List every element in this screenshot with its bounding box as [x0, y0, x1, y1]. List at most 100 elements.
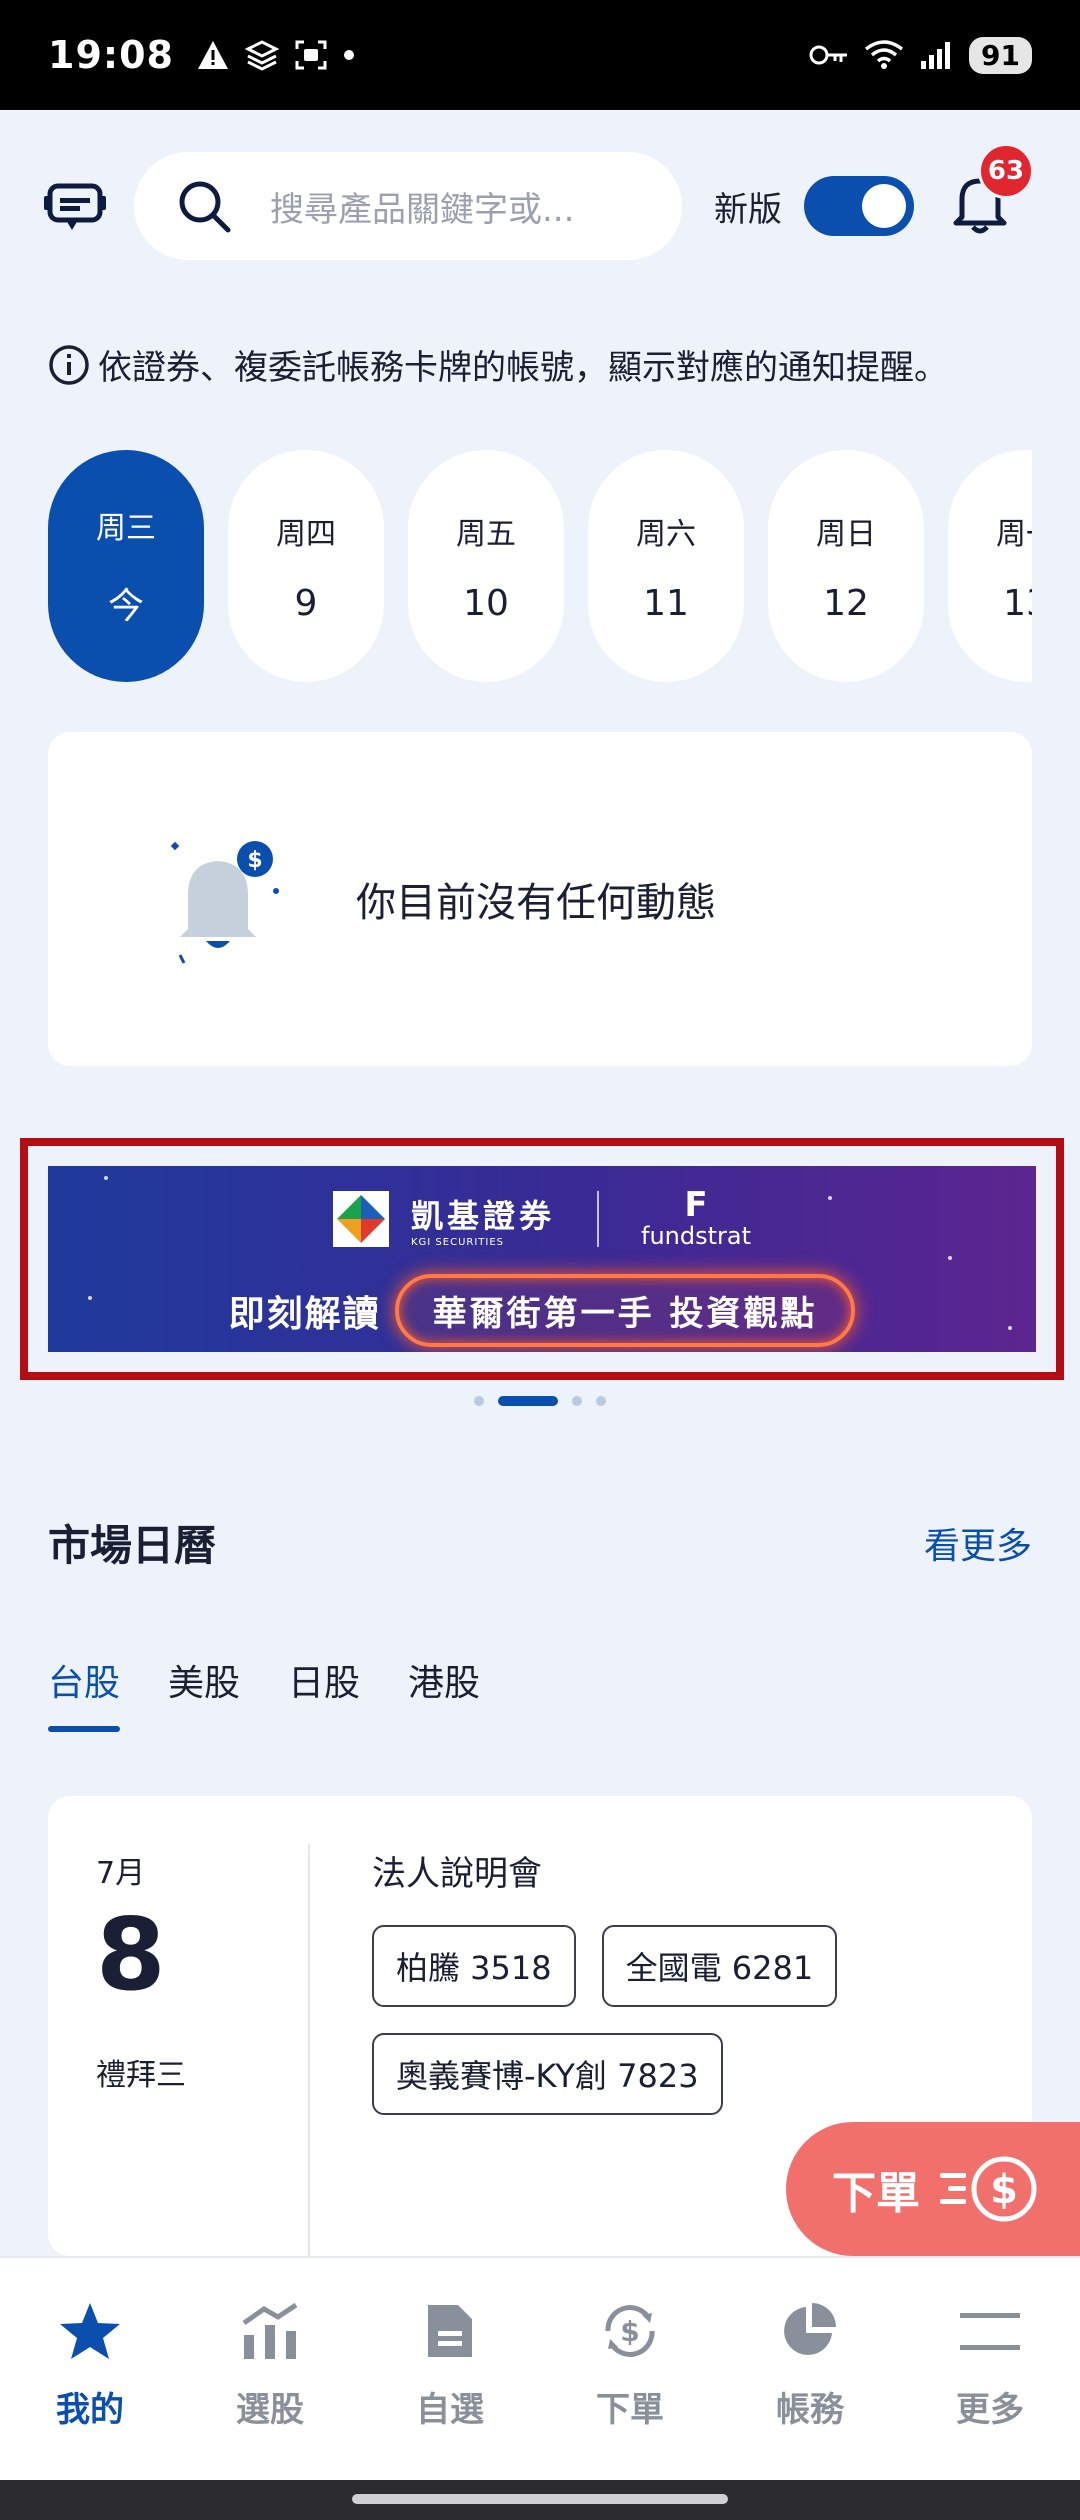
info-hint: 依證券、複委託帳務卡牌的帳號，顯示對應的通知提醒。	[48, 340, 1050, 389]
date-num: 10	[463, 582, 509, 624]
menu-icon	[957, 2298, 1023, 2364]
dollar-cycle-icon: $	[597, 2298, 663, 2364]
stock-chip[interactable]: 柏騰 3518	[372, 1925, 576, 2007]
bottom-navigation: 我的 選股 自選 $ 下單 帳務 更多	[0, 2256, 1080, 2480]
nav-label: 下單	[596, 2390, 664, 2430]
activity-card: $ 你目前沒有任何動態	[48, 732, 1032, 1066]
fundstrat-brand: F fundstrat	[641, 1188, 751, 1250]
nav-item-account[interactable]: 帳務	[720, 2258, 900, 2480]
event-month: 7月	[96, 1856, 146, 1891]
event-day: 8	[96, 1896, 166, 2013]
event-type: 法人說明會	[372, 1854, 542, 1894]
date-pill[interactable]: 周五 10	[408, 450, 564, 682]
nav-label: 選股	[236, 2390, 304, 2430]
kgi-brand-en: KGI SECURITIES	[410, 1236, 505, 1248]
bell-dollar-icon: $	[170, 841, 279, 964]
signal-icon	[921, 42, 951, 69]
stack-icon	[244, 40, 280, 71]
market-calendar-header: 市場日曆 看更多	[48, 1512, 1032, 1573]
date-dow: 周日	[816, 516, 876, 552]
toggle-knob	[862, 184, 906, 228]
fundstrat-logo-icon: F	[684, 1185, 708, 1225]
search-input[interactable]: 搜尋產品關鍵字或...	[134, 152, 682, 260]
tab-hk-stock[interactable]: 港股	[408, 1654, 480, 1732]
gesture-handle[interactable]	[352, 2494, 728, 2504]
nav-label: 更多	[956, 2390, 1024, 2430]
date-pill-today[interactable]: 周三 今	[48, 450, 204, 682]
status-notification-icons	[196, 39, 356, 71]
order-fab-button[interactable]: 下單 $	[786, 2122, 1080, 2256]
key-icon	[809, 45, 848, 65]
pagination-dot[interactable]	[596, 1396, 606, 1406]
banner-pagination	[0, 1396, 1080, 1406]
pagination-dot[interactable]	[572, 1396, 582, 1406]
status-time: 19:08	[48, 33, 174, 77]
see-more-link[interactable]: 看更多	[924, 1517, 1032, 1569]
date-pill[interactable]: 周一 13	[948, 450, 1032, 682]
date-num: 12	[823, 582, 869, 624]
nav-item-order[interactable]: $ 下單	[540, 2258, 720, 2480]
star-icon	[57, 2298, 123, 2364]
svg-text:$: $	[247, 848, 262, 873]
pagination-dot-active[interactable]	[498, 1396, 558, 1406]
system-gesture-bar	[0, 2480, 1080, 2520]
document-icon	[417, 2298, 483, 2364]
notification-button[interactable]: 63	[952, 143, 1034, 241]
stock-chip[interactable]: 全國電 6281	[601, 1925, 838, 2007]
nav-item-more[interactable]: 更多	[900, 2258, 1080, 2480]
kgi-brand: 凱基證券 KGI SECURITIES	[411, 1191, 555, 1248]
date-strip: 周三 今 周四 9 周五 10 周六 11 周日 12 周一 13	[48, 450, 1032, 682]
banner-brands: 凱基證券 KGI SECURITIES F fundstrat	[48, 1188, 1036, 1250]
date-num: 9	[294, 582, 318, 624]
banner-highlight: 華爾街第一手 投資觀點	[394, 1274, 856, 1347]
customer-service-icon[interactable]	[40, 171, 110, 241]
empty-activity-text: 你目前沒有任何動態	[356, 880, 716, 926]
date-dow: 周一	[996, 516, 1032, 552]
event-body: 法人說明會 柏騰 3518 全國電 6281 奧義賽博-KY創 7823	[372, 1846, 992, 2115]
search-placeholder: 搜尋產品關鍵字或...	[270, 189, 575, 230]
notification-badge: 63	[978, 143, 1034, 199]
banner-star	[104, 1176, 108, 1180]
promo-banner-frame: 凱基證券 KGI SECURITIES F fundstrat 即刻解讀 華爾街…	[20, 1138, 1064, 1380]
stock-chip[interactable]: 奧義賽博-KY創 7823	[372, 2033, 723, 2115]
kgi-logo-icon	[332, 1191, 389, 1247]
new-version-label: 新版	[714, 189, 782, 230]
pagination-dot[interactable]	[474, 1396, 484, 1406]
order-dollar-icon: $	[940, 2156, 1037, 2222]
nav-label: 自選	[416, 2390, 484, 2430]
wifi-icon	[864, 40, 904, 69]
brand-divider	[597, 1191, 599, 1247]
order-fab-label: 下單	[832, 2168, 920, 2219]
promo-banner[interactable]: 凱基證券 KGI SECURITIES F fundstrat 即刻解讀 華爾街…	[48, 1166, 1036, 1352]
banner-headline: 即刻解讀 華爾街第一手 投資觀點	[48, 1274, 1036, 1347]
dot-icon	[343, 50, 354, 60]
event-date: 7月 8 禮拜三	[96, 1848, 296, 2094]
pie-icon	[777, 2298, 843, 2364]
market-tabs: 台股 美股 日股 港股	[48, 1654, 480, 1732]
new-version-toggle[interactable]	[804, 176, 914, 236]
nav-label: 我的	[56, 2390, 124, 2430]
screenshot-icon	[295, 40, 327, 70]
date-num: 今	[107, 586, 144, 627]
chart-icon	[237, 2298, 303, 2364]
tab-jp-stock[interactable]: 日股	[288, 1654, 360, 1732]
date-num: 13	[1003, 582, 1032, 624]
event-divider	[308, 1844, 310, 2256]
battery-level: 91	[969, 36, 1032, 74]
stock-chips: 柏騰 3518 全國電 6281 奧義賽博-KY創 7823	[372, 1925, 892, 2115]
tab-us-stock[interactable]: 美股	[168, 1654, 240, 1732]
tab-tw-stock[interactable]: 台股	[48, 1654, 121, 1732]
date-pill[interactable]: 周日 12	[768, 450, 924, 682]
nav-item-stock-pick[interactable]: 選股	[180, 2258, 360, 2480]
nav-item-mine[interactable]: 我的	[0, 2258, 180, 2480]
date-pill[interactable]: 周四 9	[228, 450, 384, 682]
date-dow: 周五	[456, 516, 516, 552]
section-title: 市場日曆	[48, 1521, 217, 1570]
event-weekday: 禮拜三	[96, 2058, 186, 2093]
top-bar: 搜尋產品關鍵字或... 新版 63	[40, 143, 1040, 262]
nav-item-watchlist[interactable]: 自選	[360, 2258, 540, 2480]
date-pill[interactable]: 周六 11	[588, 450, 744, 682]
banner-lead: 即刻解讀	[228, 1293, 381, 1335]
date-num: 11	[643, 582, 689, 624]
kgi-brand-cn: 凱基證券	[410, 1196, 555, 1235]
